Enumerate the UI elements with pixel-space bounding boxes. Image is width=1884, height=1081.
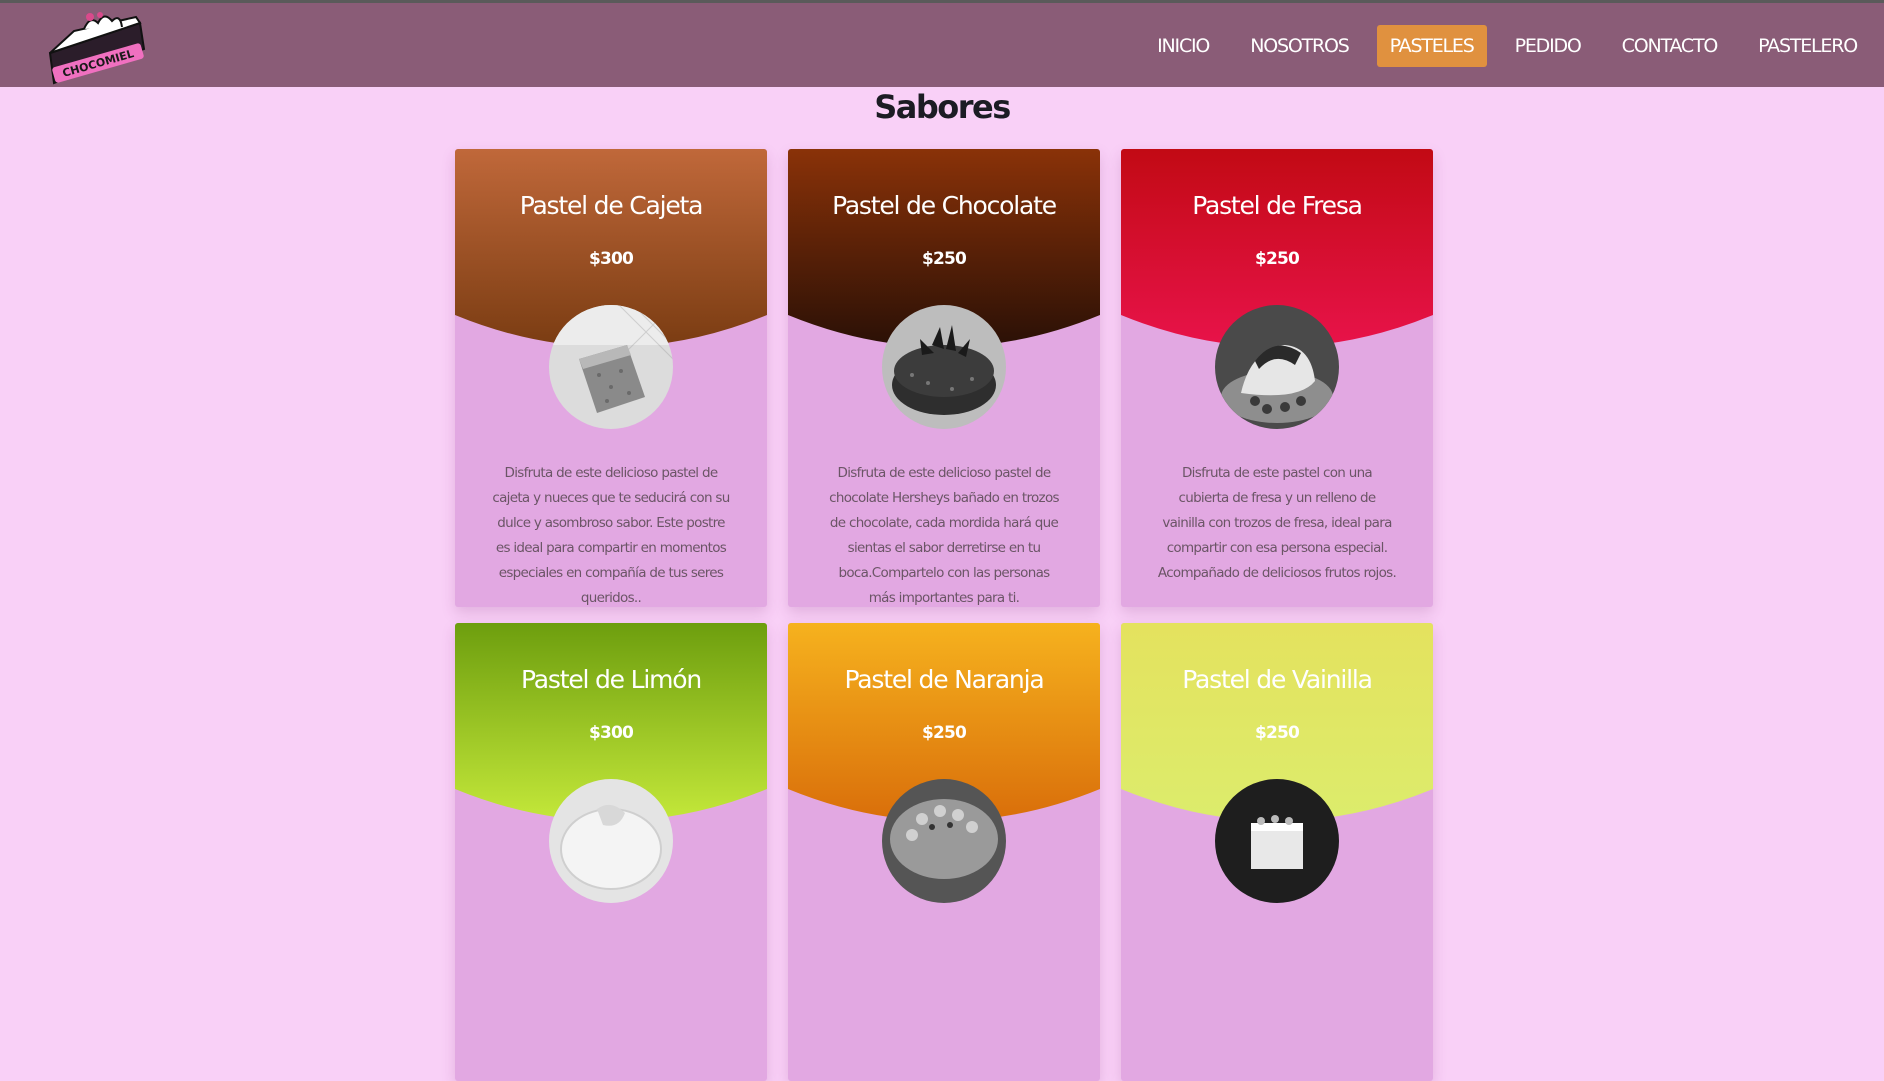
nav-link-pastelero[interactable]: PASTELERO (1745, 25, 1870, 67)
product-card-naranja[interactable]: Pastel de Naranja $250 (788, 623, 1100, 1081)
product-card-fresa[interactable]: Pastel de Fresa $250 Disfruta de este pa… (1121, 149, 1433, 607)
card-description: Disfruta de este delicioso pastel de cho… (829, 465, 1059, 606)
orange-cake-photo (882, 779, 1006, 903)
strawberry-cake-photo (1215, 305, 1339, 429)
card-title: Pastel de Limón (521, 665, 702, 694)
card-price: $300 (588, 723, 634, 743)
product-card-chocolate[interactable]: Pastel de Chocolate $250 Disfruta de est… (788, 149, 1100, 607)
card-title: Pastel de Cajeta (519, 191, 704, 220)
brand-logo[interactable]: CHOCOMIEL (44, 9, 150, 87)
card-title: Pastel de Fresa (1192, 191, 1363, 220)
card-title: Pastel de Naranja (844, 665, 1045, 694)
section-title: Sabores (874, 88, 1011, 126)
card-price: $250 (921, 723, 967, 743)
product-card-vainilla[interactable]: Pastel de Vainilla $250 (1121, 623, 1433, 1081)
vanilla-cake-photo (1215, 779, 1339, 903)
chocolate-cake-photo (882, 305, 1006, 429)
top-navbar: CHOCOMIEL INICIO NOSOTROS PASTELES PEDID… (0, 0, 1884, 87)
product-card-limon[interactable]: Pastel de Limón $300 (455, 623, 767, 1081)
nav-link-pasteles[interactable]: PASTELES (1376, 25, 1487, 67)
card-price: $250 (1254, 723, 1300, 743)
nav-link-contacto[interactable]: CONTACTO (1609, 25, 1730, 67)
card-price: $250 (921, 249, 967, 269)
cake-slice-photo (549, 305, 673, 429)
nav-link-inicio[interactable]: INICIO (1144, 25, 1222, 67)
card-title: Pastel de Chocolate (832, 191, 1057, 220)
product-card-cajeta[interactable]: Pastel de Cajeta $300 Disfruta de este d… (455, 149, 767, 607)
card-price: $250 (1254, 249, 1300, 269)
card-price: $300 (588, 249, 634, 269)
card-description: Disfruta de este pastel con una cubierta… (1157, 465, 1397, 581)
lemon-cake-photo (549, 779, 673, 903)
card-title: Pastel de Vainilla (1182, 665, 1373, 694)
nav-link-pedido[interactable]: PEDIDO (1502, 25, 1594, 67)
nav-link-nosotros[interactable]: NOSOTROS (1237, 25, 1361, 67)
main-nav: INICIO NOSOTROS PASTELES PEDIDO CONTACTO… (1129, 25, 1870, 67)
card-description: Disfruta de este delicioso pastel de caj… (492, 465, 730, 606)
